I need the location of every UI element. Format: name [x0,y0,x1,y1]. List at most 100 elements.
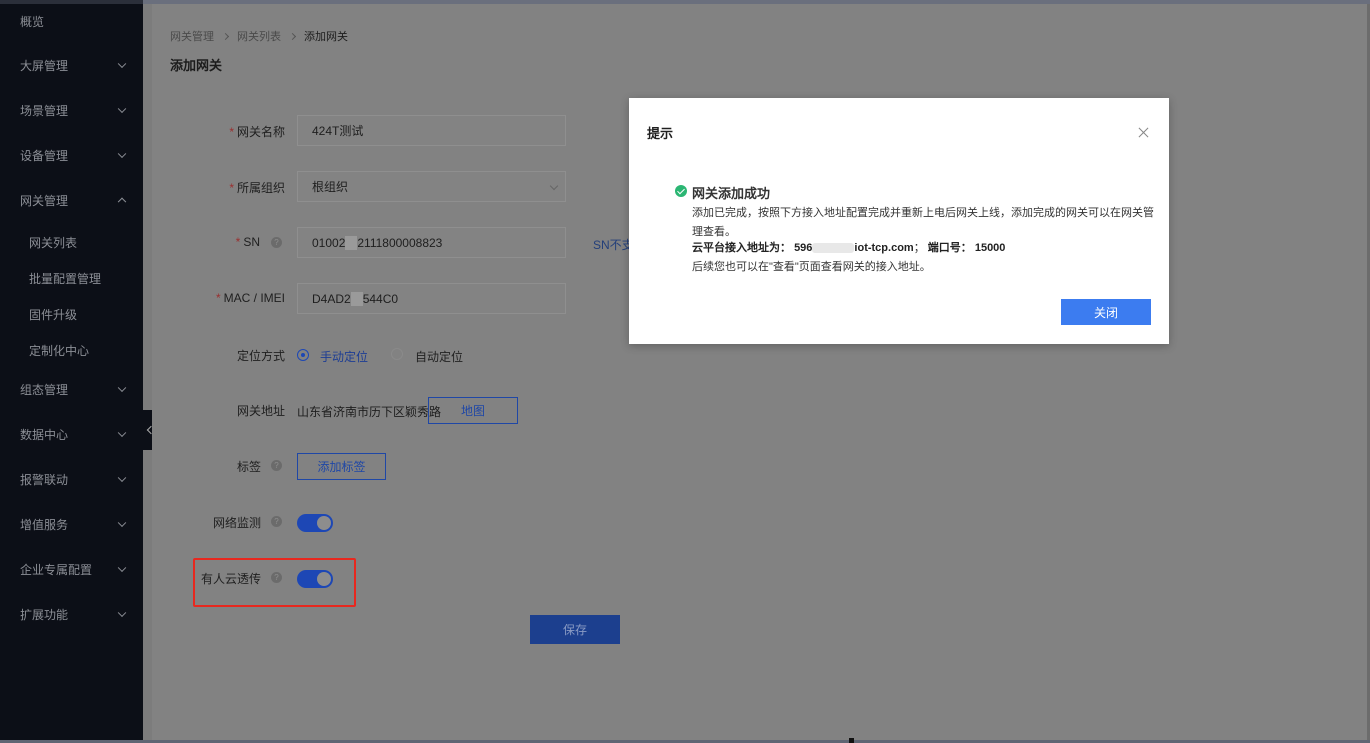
chevron-down-icon [117,383,127,393]
address-value: 山东省济南市历下区颖秀路 [297,405,442,419]
chevron-down-icon [117,563,127,573]
sidebar-item-data-center[interactable]: 数据中心 [0,414,143,454]
help-icon[interactable]: ? [271,237,282,248]
sidebar-item-label: 增值服务 [20,517,69,532]
chevron-down-icon [117,518,127,528]
highlight-box [193,558,356,607]
sidebar-subitem-custom-center[interactable]: 定制化中心 [0,330,143,370]
radio-label-manual[interactable]: 手动定位 [320,348,368,365]
chevron-down-icon [117,608,127,618]
input-value-suffix: 2111800008823 [357,235,443,250]
required-mark: * [235,235,241,249]
check-circle-icon [675,185,687,197]
sidebar-item-label: 批量配置管理 [29,271,102,286]
success-dialog: 提示 网关添加成功 添加已完成，按照下方接入地址配置完成并重新上电后网关上线，添… [629,98,1169,344]
add-tag-button[interactable]: 添加标签 [297,453,386,480]
sidebar-item-enterprise-config[interactable]: 企业专属配置 [0,549,143,589]
sidebar-item-device[interactable]: 设备管理 [0,135,143,175]
mac-label: * MAC / IMEI [216,291,285,305]
access-address-prefix: 596 [794,242,813,254]
help-icon[interactable]: ? [271,516,282,527]
sidebar-item-label: 数据中心 [20,427,69,442]
tags-label: 标签 [236,460,261,474]
sidebar-item-label: 大屏管理 [20,58,69,73]
redacted-mask [350,291,363,306]
breadcrumb-current: 添加网关 [304,31,348,43]
sidebar-item-gateway[interactable]: 网关管理 [0,180,143,220]
sidebar-item-label: 报警联动 [20,472,69,487]
sidebar-item-label: 企业专属配置 [20,562,93,577]
chevron-right-icon [288,32,297,40]
sidebar-item-label: 固件升级 [29,307,78,322]
sidebar-item-label: 网关列表 [29,235,78,250]
sn-label: * SN [236,235,260,249]
sidebar-item-screen[interactable]: 大屏管理 [0,45,143,85]
chevron-up-icon [117,197,127,207]
dialog-title: 提示 [647,126,674,141]
network-monitor-toggle[interactable] [297,514,333,532]
label-text: MAC / IMEI [223,291,285,305]
chevron-down-icon [117,59,127,69]
gateway-name-input[interactable]: 424T测试 [297,115,566,146]
radio-label-auto[interactable]: 自动定位 [415,348,463,365]
select-value: 根组织 [312,180,349,194]
chevron-down-icon [549,181,559,191]
sidebar-item-value-added[interactable]: 增值服务 [0,504,143,544]
help-icon[interactable]: ? [271,460,282,471]
redacted-mask [345,235,358,250]
label-text: 网关名称 [236,125,285,139]
gateway-name-label: * 网关名称 [229,123,285,140]
location-mode-label: 定位方式 [236,349,285,363]
org-label: * 所属组织 [229,179,285,196]
dialog-message-line: 理查看。 [692,226,736,238]
sidebar-item-scene[interactable]: 场景管理 [0,90,143,130]
required-mark: * [229,125,234,139]
access-address-label: 云平台接入地址为： [692,242,791,254]
network-monitor-label: 网络监测 [212,516,261,530]
dialog-message-line: 后续您也可以在"查看"页面查看网关的接入地址。 [692,261,931,273]
radio-auto-location[interactable] [391,348,403,360]
sidebar-item-alarm[interactable]: 报警联动 [0,459,143,499]
sidebar-item-extensions[interactable]: 扩展功能 [0,594,143,634]
label-text: 所属组织 [236,181,285,195]
sidebar-item-label: 场景管理 [20,103,69,118]
input-value: 424T测试 [312,124,364,138]
input-value-suffix: 544C0 [362,291,399,306]
access-address-suffix: iot-tcp.com [854,242,914,254]
page-title: 添加网关 [170,58,223,73]
breadcrumb: 网关管理 网关列表 添加网关 [170,28,348,44]
port-label: 端口号： [927,242,972,254]
save-button[interactable]: 保存 [530,615,620,644]
breadcrumb-item[interactable]: 网关管理 [170,28,214,44]
sidebar-subitem-firmware[interactable]: 固件升级 [0,294,143,334]
sidebar-item-configuration[interactable]: 组态管理 [0,369,143,409]
sidebar-item-label: 组态管理 [20,382,69,397]
sidebar-subitem-batch-config[interactable]: 批量配置管理 [0,258,143,298]
redacted-mask [812,243,855,254]
input-value-prefix: 01002 [312,235,346,250]
sn-input[interactable]: 01002 2111800008823 [297,227,566,258]
close-button[interactable]: 关闭 [1061,299,1151,325]
dialog-message-line: 添加已完成，按照下方接入地址配置完成并重新上电后网关上线，添加完成的网关可以在网… [692,207,1154,219]
sn-hint-link[interactable]: SN不支 [593,236,634,253]
map-button[interactable]: 地图 [428,397,518,424]
sidebar-item-label: 概览 [20,14,45,29]
sidebar: 概览 大屏管理 场景管理 设备管理 网关管理 网关列表 批量配置管理 固件升级 … [0,0,143,743]
org-select[interactable]: 根组织 [297,171,566,202]
radio-manual-location[interactable] [297,349,309,361]
sidebar-item-label: 扩展功能 [20,607,69,622]
chevron-right-icon [221,32,230,40]
sidebar-subitem-gateway-list[interactable]: 网关列表 [0,222,143,262]
label-text: SN [243,235,260,249]
chevron-down-icon [117,428,127,438]
sidebar-item-label: 定制化中心 [29,343,90,358]
close-icon[interactable] [1137,126,1151,140]
required-mark: * [215,291,221,305]
breadcrumb-item[interactable]: 网关列表 [237,28,281,44]
chevron-down-icon [117,149,127,159]
address-label: 网关地址 [236,404,285,418]
sidebar-item-overview[interactable]: 概览 [0,0,143,42]
chevron-down-icon [117,104,127,114]
mac-input[interactable]: D4AD2 544C0 [297,283,566,314]
required-mark: * [229,181,234,195]
